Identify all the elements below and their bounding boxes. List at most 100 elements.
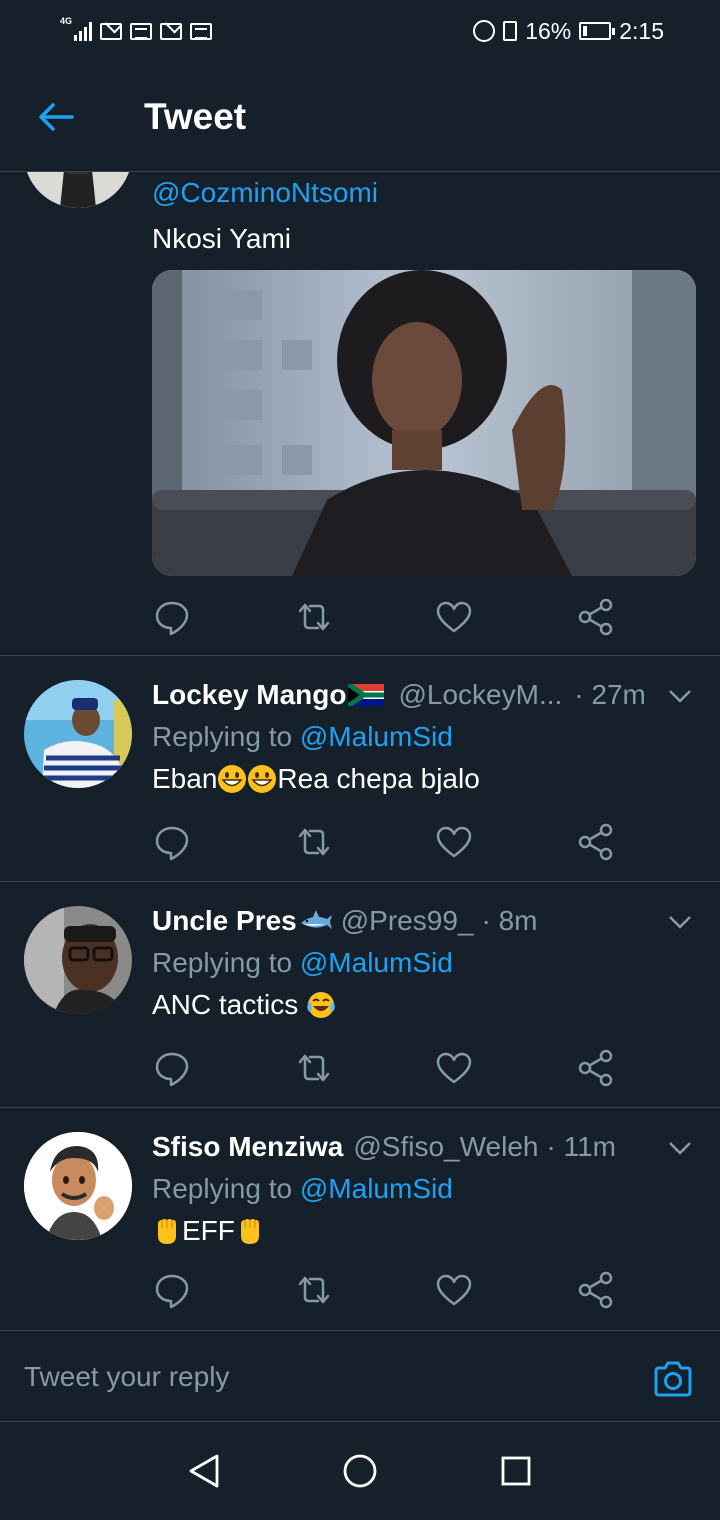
- camera-icon[interactable]: [652, 1359, 694, 1399]
- tweet-handle[interactable]: @LockeyM...: [398, 678, 562, 712]
- tweet-content: @CozminoNtsomi Nkosi Yami: [152, 176, 696, 256]
- replying-to-link[interactable]: @MalumSid: [300, 947, 453, 978]
- tweet-handle[interactable]: @Sfiso_Weleh: [353, 1130, 538, 1164]
- tweet-media[interactable]: [152, 270, 696, 576]
- tweet-text-part: EFF: [182, 1215, 235, 1246]
- tweet-handle[interactable]: @CozminoNtsomi: [152, 176, 378, 210]
- tweet-thread[interactable]: @CozminoNtsomi Nkosi Yami Lockey Mango @…: [0, 172, 720, 1330]
- tweet-handle[interactable]: @Pres99_: [341, 904, 474, 938]
- tweet-text-part: Rea chepa bjalo: [277, 763, 480, 794]
- tweet-time[interactable]: · 8m: [481, 904, 537, 938]
- avatar[interactable]: [24, 680, 132, 788]
- share-icon[interactable]: [576, 1048, 616, 1088]
- avatar-photo: [24, 906, 132, 1014]
- home-circle-icon: [343, 1454, 377, 1488]
- battery-level-fill: [583, 26, 588, 36]
- tweet-header: @CozminoNtsomi: [152, 176, 696, 210]
- retweet-icon[interactable]: [294, 597, 334, 637]
- like-icon[interactable]: [434, 597, 474, 637]
- chevron-down-icon: [669, 916, 691, 929]
- recents-square-icon: [501, 1456, 531, 1486]
- share-icon[interactable]: [576, 1270, 616, 1310]
- photo-media: [152, 270, 696, 576]
- news-notification-icon: [190, 22, 212, 40]
- tweet-text-part: Eban: [152, 763, 218, 794]
- battery-percent: 16%: [525, 17, 572, 44]
- tweet-time[interactable]: · 11m: [546, 1130, 616, 1164]
- like-icon[interactable]: [434, 1048, 474, 1088]
- retweet-icon[interactable]: [294, 1048, 334, 1088]
- reply-icon[interactable]: [152, 1270, 192, 1310]
- south-africa-flag-icon: [348, 684, 385, 706]
- back-triangle-icon: [189, 1454, 219, 1488]
- status-icons-left: 4G: [60, 17, 212, 41]
- replying-to: Replying to @MalumSid: [152, 1172, 696, 1206]
- tweet-actions: [152, 597, 613, 637]
- tweet-header: Sfiso Menziwa @Sfiso_Weleh · 11m: [152, 1130, 696, 1164]
- avatar[interactable]: [24, 906, 132, 1014]
- tweet-text: Eban Rea chepa bjalo: [152, 762, 696, 796]
- system-navigation-bar: [0, 1422, 720, 1520]
- gmail-notification-icon: [160, 22, 182, 40]
- clock: 2:15: [619, 17, 664, 44]
- tweet-time[interactable]: · 27m: [574, 678, 646, 712]
- reply-icon[interactable]: [152, 1048, 192, 1088]
- replying-to: Replying to @MalumSid: [152, 720, 696, 754]
- status-icons-right: 16% 2:15: [473, 18, 664, 45]
- tweet-header: Lockey Mango @LockeyM... · 27m: [152, 678, 696, 712]
- vibrate-icon: [503, 21, 518, 41]
- raised-fist-icon: [240, 1219, 259, 1244]
- arrow-left-icon: [39, 102, 74, 131]
- tears-of-joy-icon: [307, 992, 335, 1018]
- nav-home-button[interactable]: [335, 1446, 385, 1496]
- avatar[interactable]: [24, 172, 132, 208]
- reply-tweet[interactable]: Uncle Pres @Pres99_ · 8m Replying to @Ma…: [0, 882, 720, 1108]
- tweet-menu-button[interactable]: [666, 682, 694, 710]
- avatar-photo: [24, 680, 132, 788]
- retweet-icon[interactable]: [294, 1270, 334, 1310]
- avatar-photo: [24, 1132, 132, 1240]
- tweet-text: EFF: [152, 1214, 696, 1248]
- nav-back-button[interactable]: [179, 1446, 229, 1496]
- avatar[interactable]: [24, 1132, 132, 1240]
- tweet-menu-button[interactable]: [666, 1134, 694, 1162]
- battery-icon: [579, 22, 616, 40]
- reply-input[interactable]: [24, 1355, 604, 1399]
- status-bar: 4G 16% 2:15: [0, 0, 720, 62]
- like-icon[interactable]: [434, 1270, 474, 1310]
- reply-tweet[interactable]: Lockey Mango @LockeyM... · 27m Replying …: [0, 656, 720, 882]
- back-button[interactable]: [26, 87, 86, 147]
- alarm-icon: [473, 20, 496, 42]
- shark-icon: [300, 910, 332, 929]
- display-name[interactable]: Lockey Mango: [152, 678, 346, 712]
- share-icon[interactable]: [576, 597, 616, 637]
- share-icon[interactable]: [576, 822, 616, 862]
- tweet-header: Uncle Pres @Pres99_ · 8m: [152, 904, 696, 938]
- chevron-down-icon: [669, 690, 691, 703]
- replying-prefix: Replying to: [152, 947, 300, 978]
- display-name[interactable]: Sfiso Menziwa: [152, 1130, 343, 1164]
- tweet-content: Lockey Mango @LockeyM... · 27m Replying …: [152, 678, 696, 796]
- reply-icon[interactable]: [152, 822, 192, 862]
- grinning-face-icon: [248, 765, 277, 793]
- tweet-actions: [152, 1270, 613, 1310]
- tweet-content: Uncle Pres @Pres99_ · 8m Replying to @Ma…: [152, 904, 696, 1022]
- message-notification-icon: [130, 22, 152, 40]
- replying-to-link[interactable]: @MalumSid: [300, 721, 453, 752]
- display-name[interactable]: Uncle Pres: [152, 904, 297, 938]
- reply-tweet[interactable]: Sfiso Menziwa @Sfiso_Weleh · 11m Replyin…: [0, 1108, 720, 1330]
- like-icon[interactable]: [434, 822, 474, 862]
- main-tweet[interactable]: @CozminoNtsomi Nkosi Yami: [0, 172, 720, 656]
- tweet-menu-button[interactable]: [666, 908, 694, 936]
- replying-prefix: Replying to: [152, 1173, 300, 1204]
- retweet-icon[interactable]: [294, 822, 334, 862]
- replying-to: Replying to @MalumSid: [152, 946, 696, 980]
- replying-prefix: Replying to: [152, 721, 300, 752]
- avatar-photo: [24, 172, 132, 208]
- tweet-text: Nkosi Yami: [152, 223, 292, 254]
- tweet-content: Sfiso Menziwa @Sfiso_Weleh · 11m Replyin…: [152, 1130, 696, 1248]
- tweet-text-part: ANC tactics: [152, 989, 299, 1020]
- reply-icon[interactable]: [152, 597, 192, 637]
- replying-to-link[interactable]: @MalumSid: [300, 1173, 453, 1204]
- nav-recents-button[interactable]: [491, 1446, 541, 1496]
